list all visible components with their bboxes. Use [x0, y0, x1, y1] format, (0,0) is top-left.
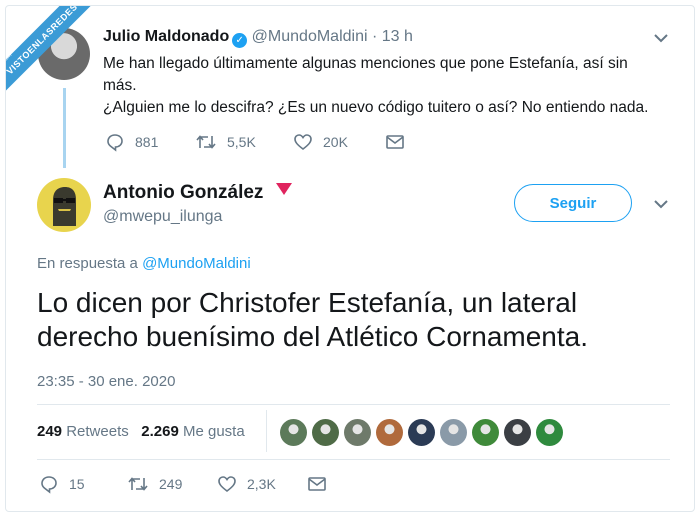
reply-icon — [41, 476, 57, 494]
liker-avatar[interactable] — [280, 419, 307, 446]
like-stat-count: 2.269 — [141, 423, 179, 440]
tweet1-menu-chevron-icon[interactable] — [653, 30, 669, 51]
retweet-stat-label: Retweets — [66, 423, 129, 440]
tweet2-like-count: 2,3K — [247, 476, 276, 492]
tweet2-dm-button[interactable] — [307, 474, 327, 494]
liker-avatar[interactable] — [504, 419, 531, 446]
envelope-icon — [386, 135, 404, 149]
liker-avatar[interactable] — [440, 419, 467, 446]
tweet2-reply-count: 15 — [69, 476, 85, 492]
liker-avatar[interactable] — [312, 419, 339, 446]
liker-avatar[interactable] — [376, 419, 403, 446]
tweet1-retweet-count: 5,5K — [227, 134, 256, 150]
tweet2-menu-chevron-icon[interactable] — [653, 196, 669, 217]
divider-top — [37, 404, 670, 405]
verified-badge-icon: ✓ — [232, 33, 248, 48]
reply-context: En respuesta a @MundoMaldini — [37, 255, 251, 272]
retweet-stat-count: 249 — [37, 423, 63, 440]
tweet2-reply-button[interactable]: 15 — [39, 474, 127, 494]
tweet2-text: Lo dicen por Christofer Estefanía, un la… — [37, 287, 588, 352]
tweet2-author-name[interactable]: Antonio González — [103, 182, 293, 204]
stats-separator — [266, 410, 267, 452]
tweet1-line-2: ¿Alguien me lo descifra? ¿Es un nuevo có… — [103, 99, 649, 116]
tweet1-line-1: Me han llegado últimamente algunas menci… — [103, 55, 628, 94]
reply-icon — [107, 134, 123, 152]
thread-line — [63, 88, 66, 168]
heart-icon — [218, 476, 236, 493]
tweet1-header: Julio Maldonado ✓ @MundoMaldini · 13 h — [103, 28, 413, 48]
tweet1-like-button[interactable]: 20K — [293, 132, 385, 152]
reply-handle-link[interactable]: @MundoMaldini — [142, 255, 251, 272]
tweet1-like-count: 20K — [323, 134, 348, 150]
liker-avatar[interactable] — [344, 419, 371, 446]
tweet2-handle[interactable]: @mwepu_ilunga — [103, 208, 222, 226]
liker-avatar[interactable] — [536, 419, 563, 446]
tweet2-retweet-count: 249 — [159, 476, 183, 492]
tweet2-like-button[interactable]: 2,3K — [217, 474, 307, 494]
tweet-card: VISTOENLASREDES .com Julio Maldonado ✓ @M… — [5, 5, 695, 512]
tweet1-author-name[interactable]: Julio Maldonado — [103, 28, 229, 45]
liker-avatar[interactable] — [408, 419, 435, 446]
tweet2-retweet-button[interactable]: 249 — [127, 474, 217, 494]
retweet-icon — [196, 135, 216, 149]
tweet1-reply-button[interactable]: 881 — [105, 132, 195, 152]
retweet-stat[interactable]: 249 Retweets — [37, 423, 129, 440]
liker-avatar[interactable] — [472, 419, 499, 446]
antonio-avatar[interactable] — [37, 178, 91, 232]
follow-button[interactable]: Seguir — [514, 184, 632, 222]
tweet2-actions: 15 249 2,3K — [39, 474, 327, 494]
tweet1-handle[interactable]: @MundoMaldini — [252, 28, 368, 45]
tweet2-author-name-text: Antonio González — [103, 182, 264, 203]
like-stat-label: Me gusta — [182, 423, 245, 440]
liker-avatars — [280, 419, 563, 446]
heart-icon — [294, 134, 312, 151]
tweet1-time[interactable]: · 13 h — [372, 28, 413, 45]
retweet-icon — [128, 477, 148, 491]
divider-bottom — [37, 459, 670, 460]
like-stat[interactable]: 2.269 Me gusta — [141, 423, 244, 440]
tweet1-text: Me han llegado últimamente algunas menci… — [103, 53, 663, 119]
tweet1-actions: 881 5,5K 20K — [105, 132, 405, 152]
flag-triangle-icon — [275, 183, 292, 195]
reply-prefix: En respuesta a — [37, 255, 138, 272]
tweet1-retweet-button[interactable]: 5,5K — [195, 132, 293, 152]
tweet1-dm-button[interactable] — [385, 132, 405, 152]
tweet1-reply-count: 881 — [135, 134, 159, 150]
tweet2-timestamp[interactable]: 23:35 - 30 ene. 2020 — [37, 373, 175, 390]
tweet2-stats: 249 Retweets 2.269 Me gusta — [37, 423, 245, 440]
envelope-icon — [308, 477, 326, 491]
